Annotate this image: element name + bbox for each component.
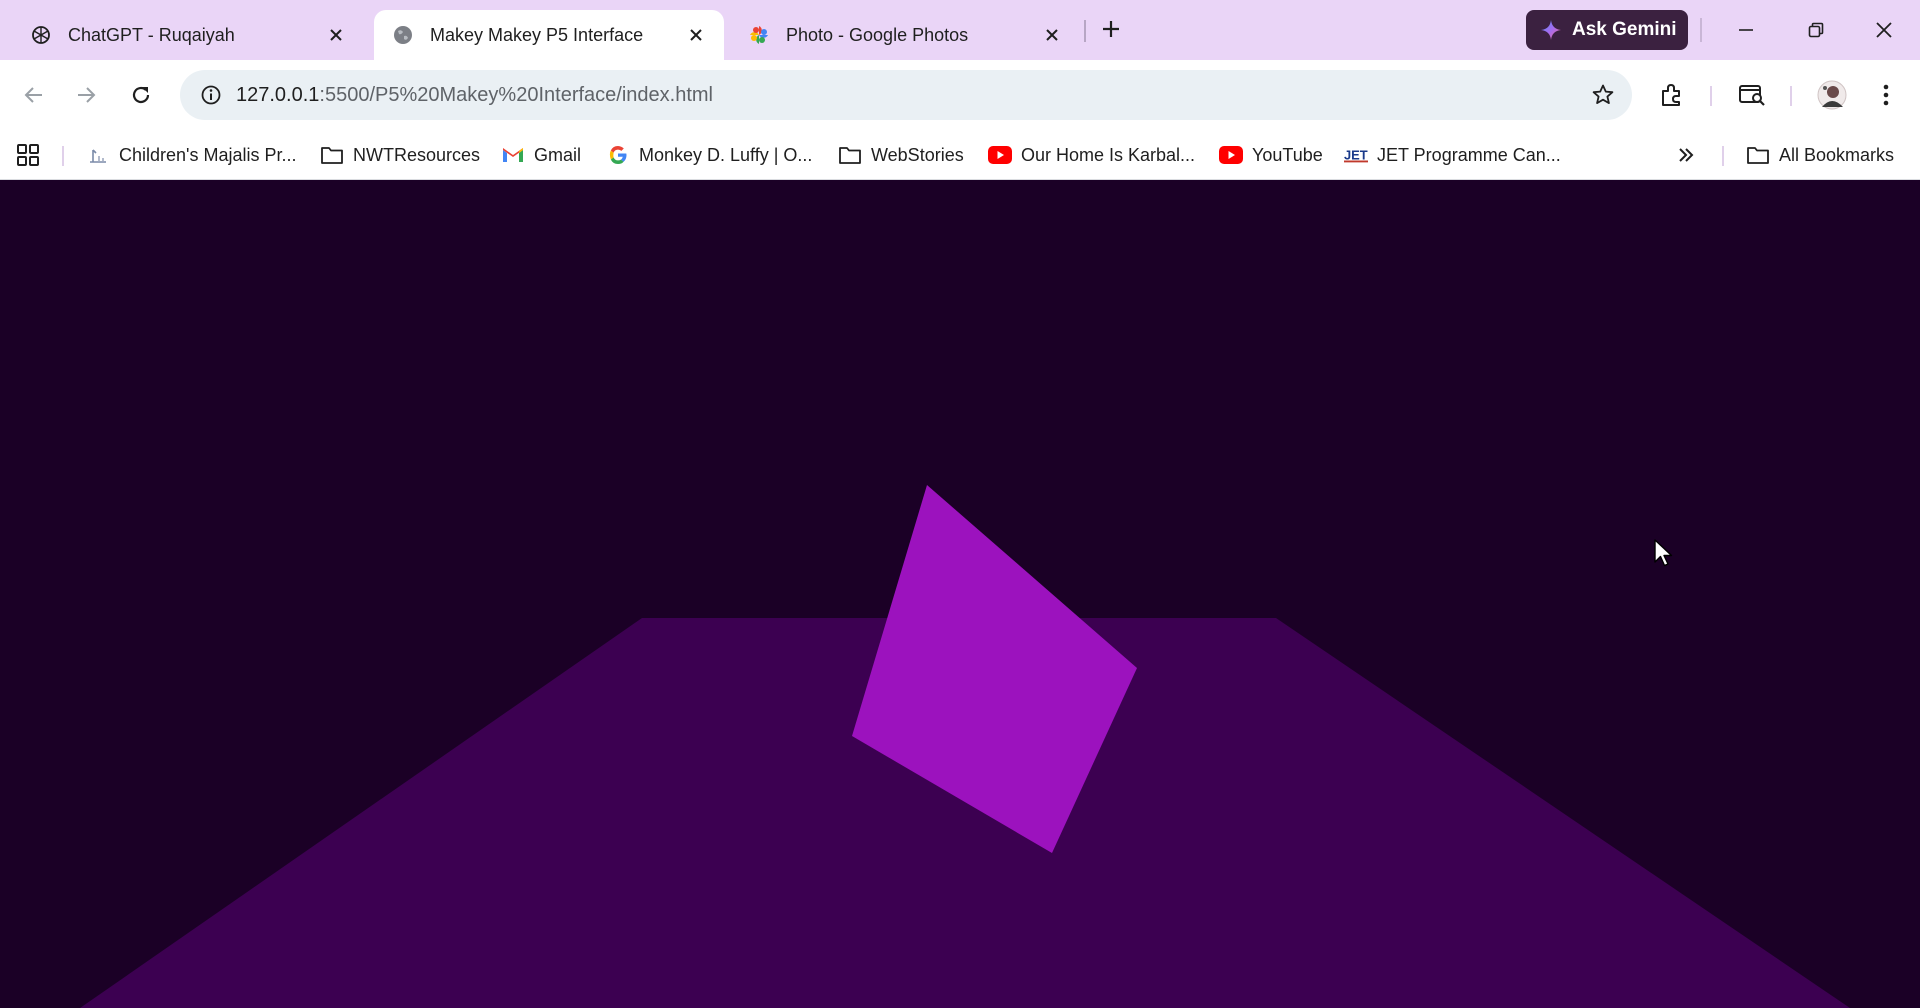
apps-grid-icon <box>17 144 39 166</box>
bookmark-jet-programme[interactable]: JET JET Programme Can... <box>1344 138 1561 172</box>
bookmark-label: JET Programme Can... <box>1377 144 1561 165</box>
bookmark-childrens-majalis[interactable]: Children's Majalis Pr... <box>86 138 297 172</box>
toolbar-separator <box>1790 86 1792 106</box>
minimize-button[interactable] <box>1728 12 1764 48</box>
bookmark-our-home-is-karbala[interactable]: Our Home Is Karbal... <box>988 138 1195 172</box>
ask-gemini-label: Ask Gemini <box>1572 19 1677 40</box>
back-button[interactable] <box>14 75 54 115</box>
bookmark-label: Children's Majalis Pr... <box>119 144 297 165</box>
youtube-icon <box>1219 143 1243 167</box>
tab-separator <box>1084 20 1086 42</box>
bookmark-star-icon[interactable] <box>1588 80 1618 110</box>
tab-title: Photo - Google Photos <box>786 24 969 45</box>
tab-google-photos[interactable]: Photo - Google Photos <box>730 10 1080 60</box>
scene-svg <box>0 181 1920 1008</box>
bookmarks-separator <box>1722 146 1724 166</box>
browser-toolbar: 127.0.0.1:5500/P5%20Makey%20Interface/in… <box>0 60 1920 130</box>
bookmarks-bar: Children's Majalis Pr... NWTResources Gm… <box>0 130 1920 180</box>
address-bar[interactable]: 127.0.0.1:5500/P5%20Makey%20Interface/in… <box>180 70 1632 120</box>
bookmark-label: Our Home Is Karbal... <box>1021 144 1196 165</box>
strip-separator <box>1700 18 1702 42</box>
bookmark-webstories[interactable]: WebStories <box>838 138 964 172</box>
all-bookmarks-label: All Bookmarks <box>1779 144 1895 165</box>
forward-button[interactable] <box>66 75 106 115</box>
apps-grid-button[interactable] <box>16 138 40 172</box>
chatgpt-icon <box>30 24 52 46</box>
google-photos-icon <box>748 24 770 46</box>
new-tab-button[interactable] <box>1096 14 1126 44</box>
tab-title: Makey Makey P5 Interface <box>430 24 644 45</box>
url-host: 127.0.0.1 <box>236 83 320 106</box>
bookmark-gmail[interactable]: Gmail <box>501 138 581 172</box>
tab-strip: ChatGPT - Ruqaiyah Makey Makey P5 Interf… <box>0 0 1920 60</box>
ask-gemini-button[interactable]: Ask Gemini <box>1526 10 1688 50</box>
bookmark-label: Gmail <box>534 144 582 165</box>
google-icon <box>606 143 630 167</box>
toolbar-separator <box>1710 86 1712 106</box>
restore-button[interactable] <box>1798 12 1834 48</box>
folder-icon <box>1746 143 1770 167</box>
tab-title: ChatGPT - Ruqaiyah <box>68 24 235 45</box>
p5-canvas[interactable] <box>0 181 1920 1008</box>
reload-button[interactable] <box>121 75 161 115</box>
url-path: :5500/P5%20Makey%20Interface/index.html <box>319 83 713 106</box>
gmail-icon <box>501 143 525 167</box>
close-window-button[interactable] <box>1866 12 1902 48</box>
mouse-cursor-icon <box>1654 539 1673 567</box>
folder-icon <box>838 143 862 167</box>
bookmark-label: Monkey D. Luffy | O... <box>639 144 813 165</box>
profile-avatar[interactable] <box>1812 75 1852 115</box>
svg-text:JET: JET <box>1344 148 1368 163</box>
bookmarks-separator <box>62 146 64 166</box>
bookmark-monkey-d-luffy[interactable]: Monkey D. Luffy | O... <box>606 138 812 172</box>
more-menu-icon[interactable] <box>1866 75 1906 115</box>
more-bookmarks-chevron-icon[interactable] <box>1676 138 1696 172</box>
tab-search-icon[interactable] <box>1732 75 1772 115</box>
tab-chatgpt[interactable]: ChatGPT - Ruqaiyah <box>12 10 364 60</box>
close-tab-icon[interactable] <box>1038 21 1066 49</box>
folder-icon <box>320 143 344 167</box>
bookmark-label: WebStories <box>871 144 964 165</box>
globe-icon <box>392 24 414 46</box>
url-text: 127.0.0.1:5500/P5%20Makey%20Interface/in… <box>236 84 713 107</box>
all-bookmarks-button[interactable]: All Bookmarks <box>1746 138 1894 172</box>
close-tab-icon[interactable] <box>322 21 350 49</box>
jet-icon: JET <box>1344 143 1368 167</box>
bookmark-youtube[interactable]: YouTube <box>1219 138 1323 172</box>
tab-makey-makey[interactable]: Makey Makey P5 Interface <box>374 10 724 60</box>
close-tab-icon[interactable] <box>682 21 710 49</box>
youtube-icon <box>988 143 1012 167</box>
site-favicon <box>86 143 110 167</box>
bookmark-nwtresources[interactable]: NWTResources <box>320 138 480 172</box>
bookmark-label: YouTube <box>1252 144 1323 165</box>
site-info-icon[interactable] <box>186 70 236 120</box>
extensions-icon[interactable] <box>1652 75 1692 115</box>
gemini-sparkle-icon <box>1540 19 1562 41</box>
bookmark-label: NWTResources <box>353 144 481 165</box>
